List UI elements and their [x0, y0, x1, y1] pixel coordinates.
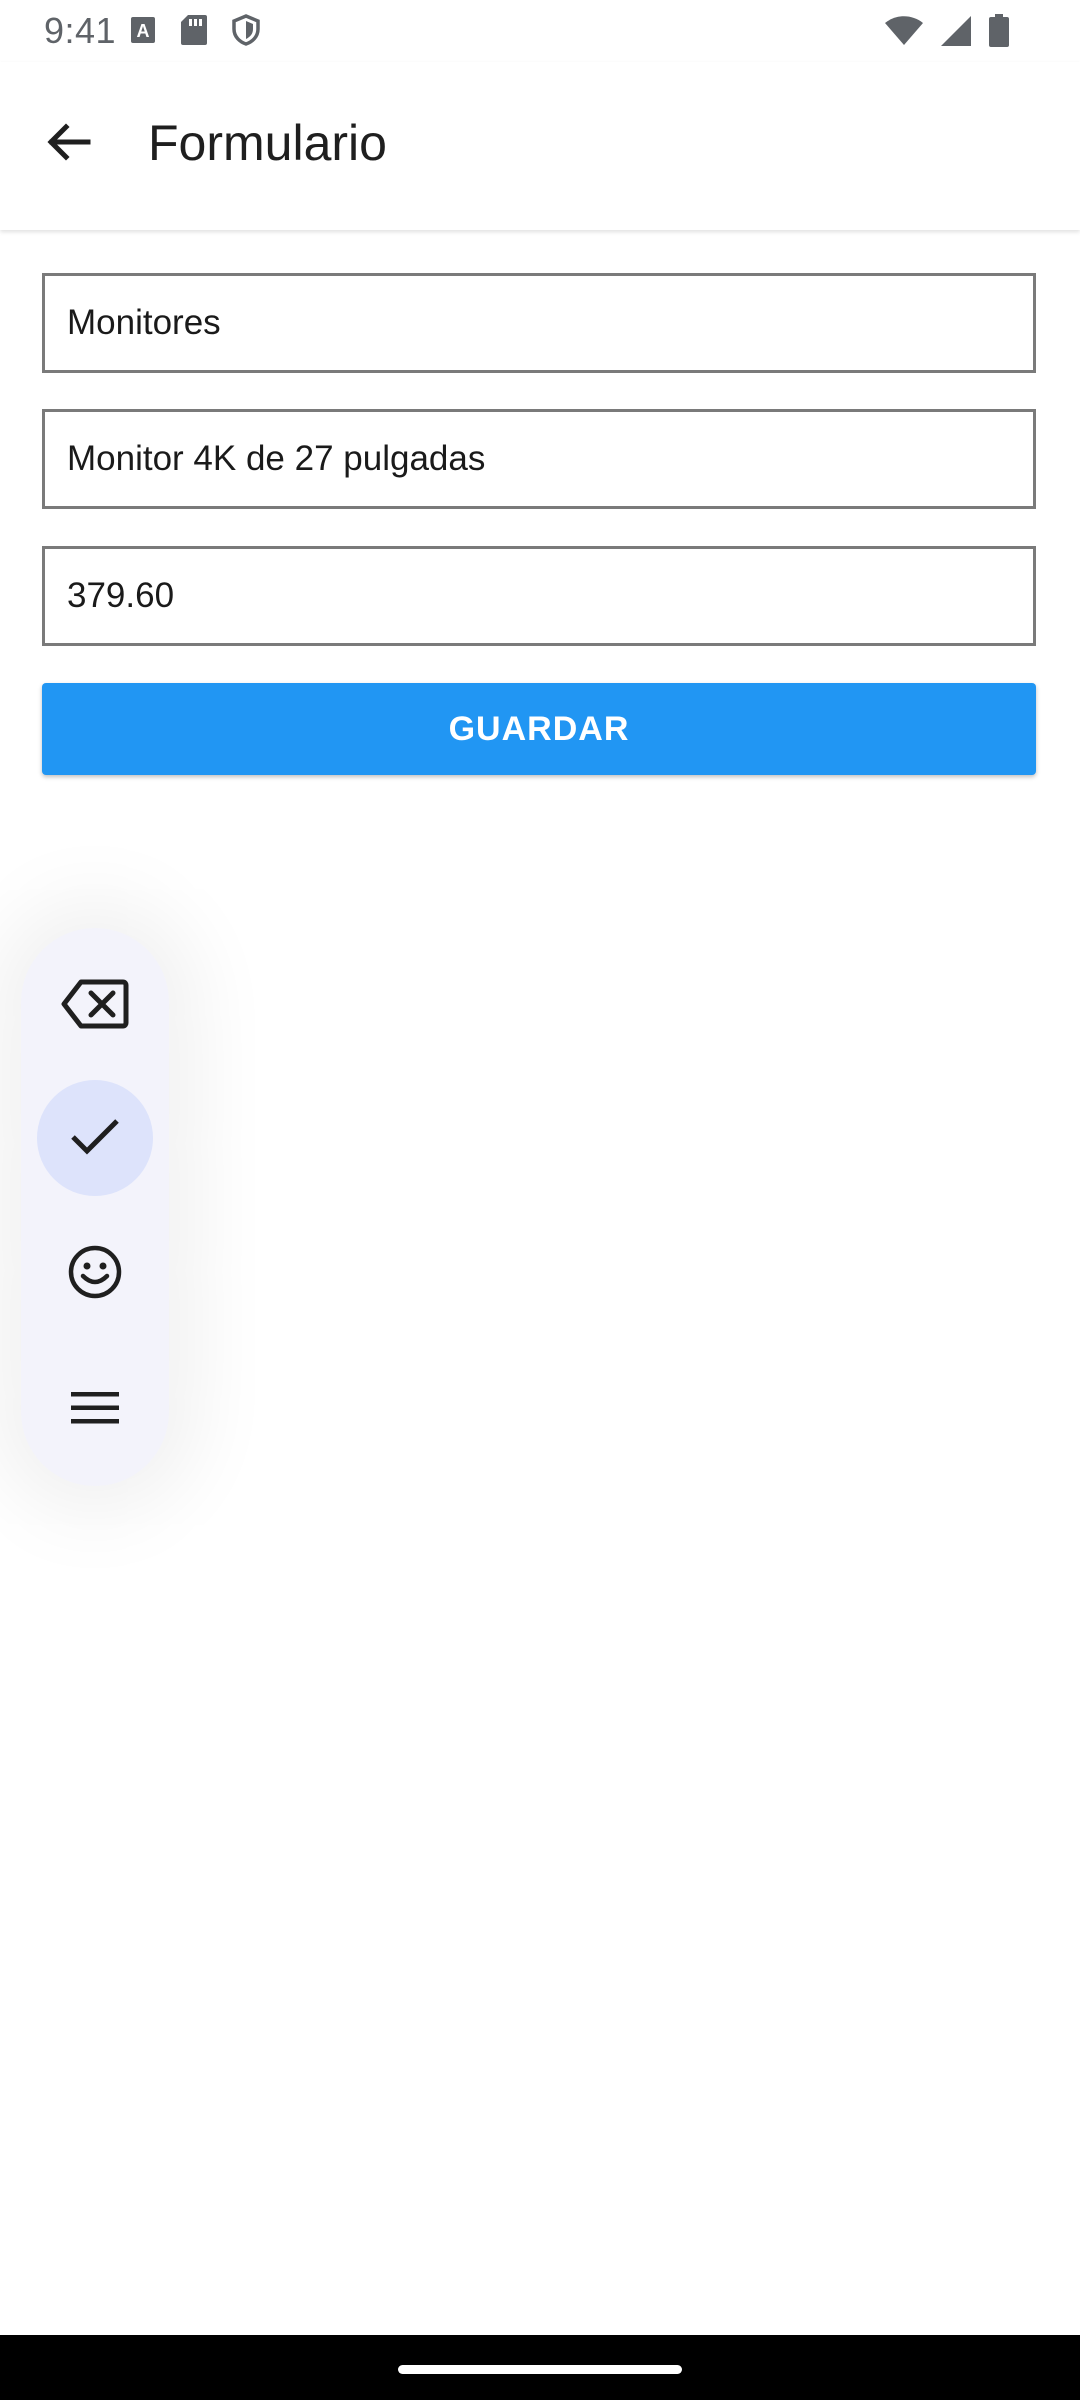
save-button[interactable]: GUARDAR [42, 683, 1036, 775]
text-a-icon: A [130, 16, 156, 49]
status-bar: 9:41 A [0, 0, 1080, 62]
page-title: Formulario [148, 115, 387, 171]
home-gesture-handle[interactable] [398, 2365, 682, 2374]
price-input[interactable] [45, 549, 1033, 643]
category-input[interactable] [45, 276, 1033, 370]
wifi-icon [884, 15, 924, 52]
system-navigation-bar [0, 2335, 1080, 2400]
emoji-icon [67, 1244, 123, 1305]
back-button[interactable] [36, 112, 100, 176]
arrow-back-icon [44, 118, 92, 171]
svg-text:A: A [137, 21, 150, 41]
price-field[interactable] [42, 546, 1036, 646]
description-field[interactable] [42, 409, 1036, 509]
description-input[interactable] [45, 412, 1033, 506]
app-bar: Formulario [0, 62, 1080, 230]
keyboard-menu-button[interactable] [37, 1352, 153, 1468]
check-icon [69, 1116, 121, 1161]
backspace-icon [61, 978, 129, 1035]
shield-icon [232, 14, 260, 51]
menu-icon [69, 1390, 121, 1431]
sd-card-icon [180, 14, 208, 51]
status-time: 9:41 [44, 10, 117, 51]
category-field[interactable] [42, 273, 1036, 373]
emoji-button[interactable] [37, 1216, 153, 1332]
battery-icon [988, 14, 1010, 53]
status-notification-icons: A [130, 14, 260, 51]
backspace-button[interactable] [37, 948, 153, 1064]
floating-keyboard-toolbar [21, 928, 169, 1486]
status-system-icons [884, 14, 1010, 53]
done-button[interactable] [37, 1080, 153, 1196]
cellular-signal-icon [940, 15, 972, 52]
